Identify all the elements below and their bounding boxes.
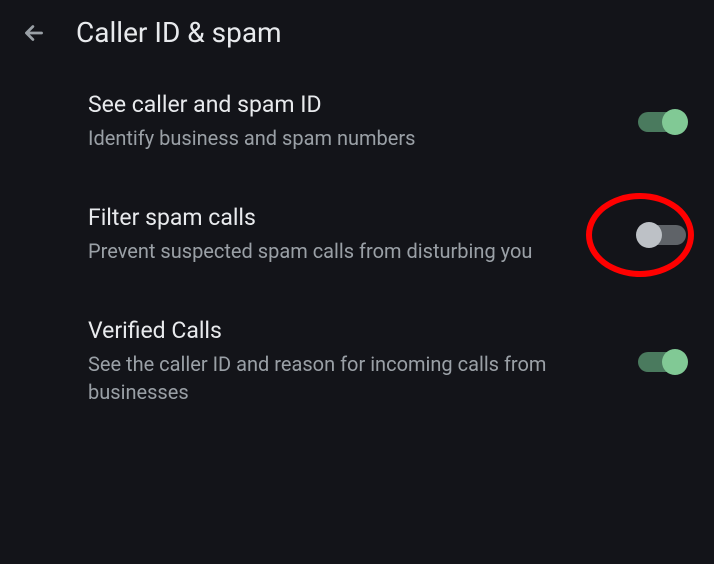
toggle-wrapper [638, 112, 686, 132]
setting-text: See caller and spam ID Identify business… [88, 91, 638, 152]
toggle-verified-calls[interactable] [638, 352, 686, 372]
back-button[interactable] [20, 19, 48, 47]
setting-description: Prevent suspected spam calls from distur… [88, 237, 598, 265]
setting-title: Verified Calls [88, 317, 598, 344]
setting-text: Verified Calls See the caller ID and rea… [88, 317, 638, 406]
toggle-see-caller-id[interactable] [638, 112, 686, 132]
setting-text: Filter spam calls Prevent suspected spam… [88, 204, 638, 265]
page-title: Caller ID & spam [76, 16, 282, 49]
setting-filter-spam[interactable]: Filter spam calls Prevent suspected spam… [20, 178, 694, 291]
setting-description: Identify business and spam numbers [88, 124, 598, 152]
header: Caller ID & spam [0, 0, 714, 65]
setting-description: See the caller ID and reason for incomin… [88, 350, 598, 406]
arrow-left-icon [21, 20, 47, 46]
setting-title: See caller and spam ID [88, 91, 598, 118]
toggle-thumb [636, 222, 662, 248]
setting-title: Filter spam calls [88, 204, 598, 231]
toggle-thumb [662, 109, 688, 135]
settings-list: See caller and spam ID Identify business… [0, 65, 714, 432]
toggle-filter-spam[interactable] [638, 225, 686, 245]
toggle-wrapper [638, 225, 686, 245]
toggle-wrapper [638, 352, 686, 372]
setting-see-caller-id[interactable]: See caller and spam ID Identify business… [20, 65, 694, 178]
toggle-thumb [662, 349, 688, 375]
setting-verified-calls[interactable]: Verified Calls See the caller ID and rea… [20, 291, 694, 432]
